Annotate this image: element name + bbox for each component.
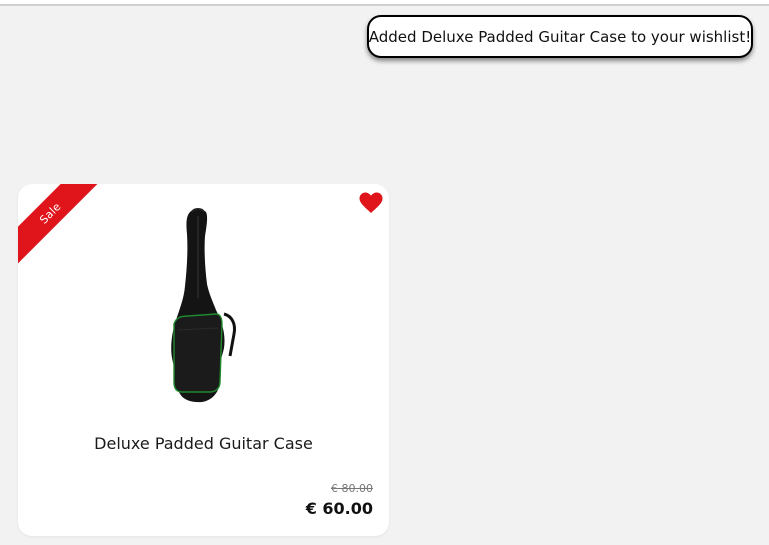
sale-price: € 60.00 (305, 499, 373, 518)
product-card[interactable]: Sale Deluxe Padded Guitar Case € 80.00 €… (18, 184, 389, 536)
wishlist-heart-icon[interactable] (359, 192, 383, 214)
product-name-link[interactable]: Deluxe Padded Guitar Case (18, 434, 389, 453)
sale-ribbon: Sale (18, 184, 98, 264)
toast-message: Added Deluxe Padded Guitar Case to your … (368, 27, 752, 46)
original-price: € 80.00 (331, 482, 373, 495)
guitar-case-image[interactable] (158, 206, 250, 406)
sale-badge: Sale (18, 184, 98, 264)
top-divider (0, 0, 769, 6)
wishlist-toast: Added Deluxe Padded Guitar Case to your … (367, 15, 753, 58)
